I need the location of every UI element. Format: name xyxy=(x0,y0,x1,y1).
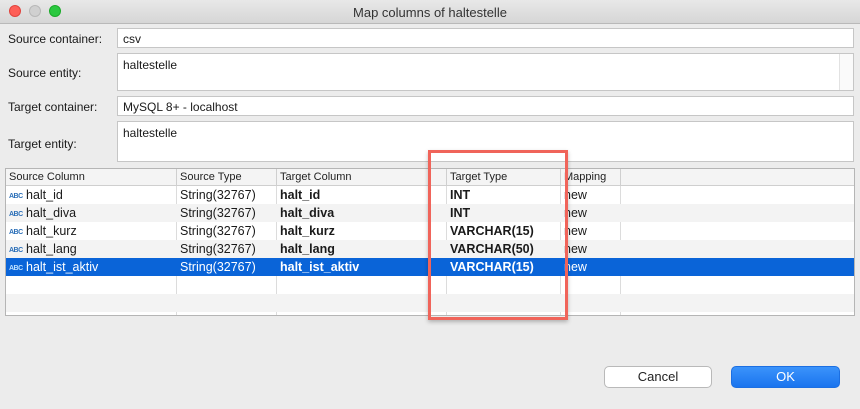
target-type-cell[interactable]: VARCHAR(15) xyxy=(447,258,561,276)
target-container-field[interactable]: MySQL 8+ - localhost xyxy=(117,96,854,116)
table-row-selected[interactable]: ABC halt_ist_aktiv String(32767) halt_ist… xyxy=(6,258,854,276)
abc-string-icon: ABC xyxy=(9,211,23,218)
target-column-cell[interactable]: halt_lang xyxy=(277,240,447,258)
window-title: Map columns of haltestelle xyxy=(353,5,507,20)
target-column-cell[interactable]: halt_ist_aktiv xyxy=(277,258,447,276)
source-type-cell: String(32767) xyxy=(180,224,256,238)
abc-string-icon: ABC xyxy=(9,193,23,200)
target-type-cell[interactable]: INT xyxy=(447,204,561,222)
column-header-source-type[interactable]: Source Type xyxy=(177,169,277,186)
mapping-cell[interactable]: new xyxy=(561,204,621,222)
abc-string-icon: ABC xyxy=(9,265,23,272)
column-header-target-type[interactable]: Target Type xyxy=(447,169,561,186)
abc-string-icon: ABC xyxy=(9,229,23,236)
target-column-cell[interactable]: halt_kurz xyxy=(277,222,447,240)
empty-row xyxy=(6,294,854,312)
source-column-cell: ABC halt_id xyxy=(6,186,177,204)
mapping-cell[interactable]: new xyxy=(561,240,621,258)
abc-string-icon: ABC xyxy=(9,247,23,254)
target-entity-label: Target entity: xyxy=(8,137,77,151)
source-column-cell: ABC halt_kurz xyxy=(6,222,177,240)
table-row[interactable]: ABC halt_id String(32767) halt_id INT new xyxy=(6,186,854,204)
table-row[interactable]: ABC halt_kurz String(32767) halt_kurz VAR… xyxy=(6,222,854,240)
target-column-cell[interactable]: halt_diva xyxy=(277,204,447,222)
empty-row xyxy=(6,276,854,294)
source-entity-field[interactable]: haltestelle xyxy=(117,53,854,91)
source-entity-label: Source entity: xyxy=(8,66,82,80)
source-type-cell: String(32767) xyxy=(180,188,256,202)
source-column-cell: ABC halt_ist_aktiv xyxy=(6,258,177,276)
target-column-cell[interactable]: halt_id xyxy=(277,186,447,204)
column-header-target-column[interactable]: Target Column xyxy=(277,169,447,186)
table-header: Source Column Source Type Target Column … xyxy=(6,169,854,186)
table-row[interactable]: ABC halt_diva String(32767) halt_diva INT… xyxy=(6,204,854,222)
source-container-field[interactable]: csv xyxy=(117,28,854,48)
target-type-cell[interactable]: VARCHAR(50) xyxy=(447,240,561,258)
mapping-cell[interactable]: new xyxy=(561,258,621,276)
title-bar: Map columns of haltestelle xyxy=(0,0,860,24)
source-entity-scrollbar[interactable] xyxy=(839,54,853,90)
source-type-cell: String(32767) xyxy=(180,206,256,220)
map-columns-dialog: Map columns of haltestelle Source contai… xyxy=(0,0,860,409)
source-entity-value: haltestelle xyxy=(123,58,178,72)
target-type-cell[interactable]: VARCHAR(15) xyxy=(447,222,561,240)
source-container-label: Source container: xyxy=(8,32,103,46)
target-type-cell[interactable]: INT xyxy=(447,186,561,204)
source-column-cell: ABC halt_lang xyxy=(6,240,177,258)
column-mapping-table[interactable]: Source Column Source Type Target Column … xyxy=(5,168,855,316)
mapping-cell[interactable]: new xyxy=(561,186,621,204)
source-type-cell: String(32767) xyxy=(180,260,256,274)
ok-button[interactable]: OK xyxy=(731,366,840,388)
target-container-label: Target container: xyxy=(8,100,98,114)
table-row[interactable]: ABC halt_lang String(32767) halt_lang VAR… xyxy=(6,240,854,258)
column-header-source-column[interactable]: Source Column xyxy=(6,169,177,186)
column-header-mapping[interactable]: Mapping xyxy=(561,169,621,186)
mapping-cell[interactable]: new xyxy=(561,222,621,240)
source-type-cell: String(32767) xyxy=(180,242,256,256)
source-column-cell: ABC halt_diva xyxy=(6,204,177,222)
target-entity-field[interactable]: haltestelle xyxy=(117,121,854,162)
cancel-button[interactable]: Cancel xyxy=(604,366,712,388)
